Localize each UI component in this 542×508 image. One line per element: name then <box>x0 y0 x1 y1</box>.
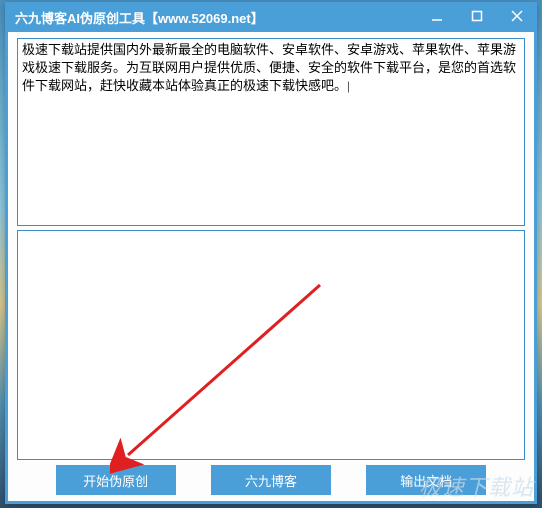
blog-button[interactable]: 六九博客 <box>211 465 331 495</box>
output-textarea[interactable] <box>17 230 525 460</box>
titlebar: 六九博客AI伪原创工具【www.52069.net】 <box>5 2 537 32</box>
app-window: 六九博客AI伪原创工具【www.52069.net】 开始伪原创 六九博客 输出… <box>5 2 537 504</box>
window-title: 六九博客AI伪原创工具【www.52069.net】 <box>15 8 417 27</box>
start-button[interactable]: 开始伪原创 <box>56 465 176 495</box>
window-controls <box>417 2 537 32</box>
minimize-button[interactable] <box>417 2 457 30</box>
close-icon <box>511 10 523 22</box>
close-button[interactable] <box>497 2 537 30</box>
maximize-button[interactable] <box>457 2 497 30</box>
maximize-icon <box>471 10 483 22</box>
minimize-icon <box>431 10 443 22</box>
button-row: 开始伪原创 六九博客 输出文档 <box>8 465 534 495</box>
input-textarea[interactable] <box>17 38 525 226</box>
export-button[interactable]: 输出文档 <box>366 465 486 495</box>
client-area: 开始伪原创 六九博客 输出文档 <box>8 32 534 501</box>
